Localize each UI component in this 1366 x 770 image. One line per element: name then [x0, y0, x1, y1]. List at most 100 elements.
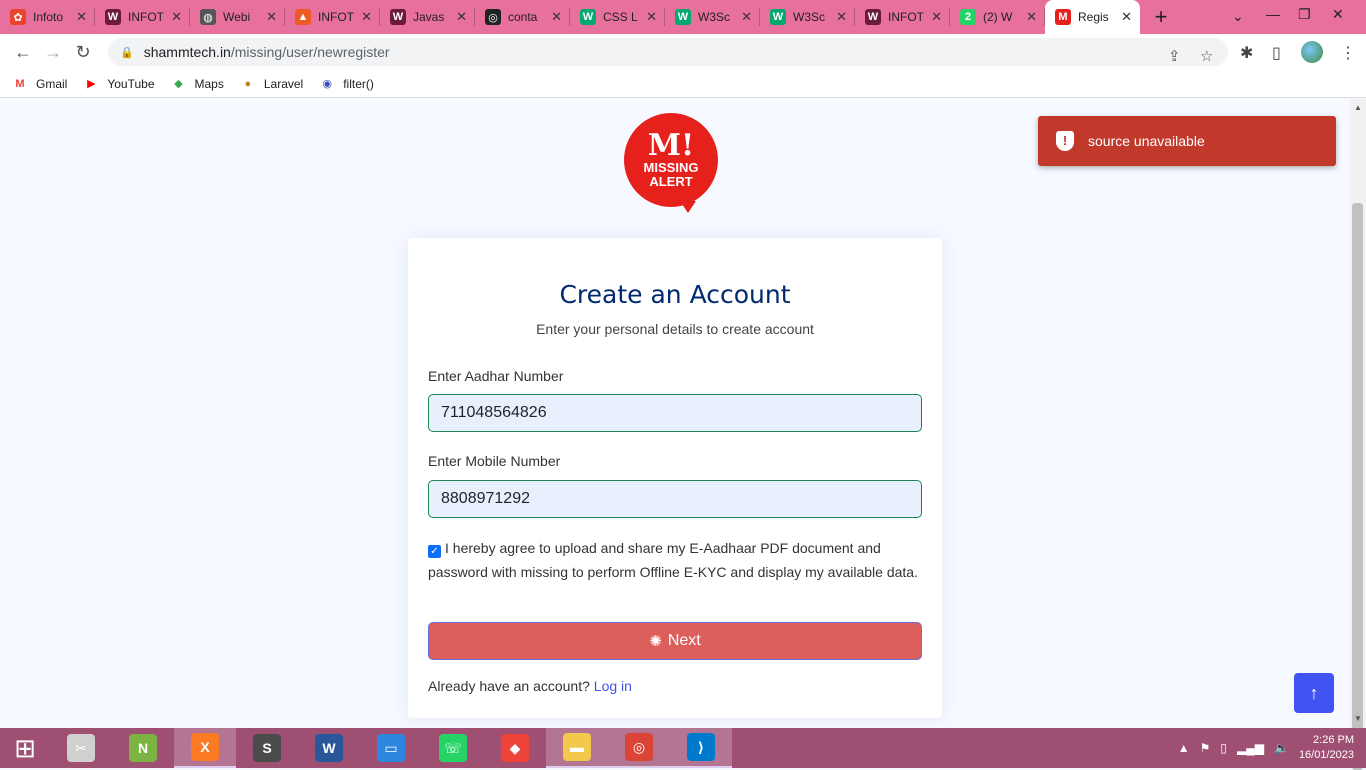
agree-checkbox[interactable]: ✓	[428, 545, 441, 558]
tab-close-icon[interactable]: ✕	[1121, 9, 1132, 25]
back-to-top-button[interactable]: ↑	[1294, 673, 1334, 713]
volume-icon[interactable]: 🔈	[1274, 741, 1289, 755]
page-scrollbar[interactable]: ▲ ▼	[1350, 99, 1366, 770]
browser-tab[interactable]: ✿ Infoto ✕	[0, 0, 95, 34]
tray-flag-icon[interactable]: ⚑	[1200, 741, 1211, 755]
network-icon[interactable]: ▂▄▆	[1237, 741, 1264, 755]
bookmark-label: Laravel	[263, 76, 304, 91]
system-tray: ▲ ⚑ ▯ ▂▄▆ 🔈 2:26 PM 16/01/2023	[1178, 728, 1366, 768]
bookmark-item[interactable]: ● Laravel	[240, 76, 304, 92]
anydesk-icon: ◆	[501, 734, 529, 762]
bookmark-star-icon[interactable]: ☆	[1200, 47, 1213, 65]
tab-favicon-icon: W	[675, 9, 691, 25]
tab-close-icon[interactable]: ✕	[836, 9, 847, 25]
logo-line2: ALERT	[649, 174, 693, 189]
browser-tab[interactable]: W CSS L ✕	[570, 0, 665, 34]
error-toast: ! source unavailable	[1038, 116, 1336, 166]
notepad-plus-plus-icon: N	[129, 734, 157, 762]
tab-favicon-icon: ▲	[295, 9, 311, 25]
browser-tab[interactable]: ◎ conta ✕	[475, 0, 570, 34]
tab-close-icon[interactable]: ✕	[931, 9, 942, 25]
taskbar-vscode[interactable]: ⟩	[670, 728, 732, 768]
tab-close-icon[interactable]: ✕	[646, 9, 657, 25]
profile-avatar[interactable]	[1301, 41, 1323, 63]
browser-tab[interactable]: ◍ Webi ✕	[190, 0, 285, 34]
whatsapp-icon: ☏	[439, 734, 467, 762]
bookmark-item[interactable]: ◆ Maps	[171, 76, 224, 92]
next-button[interactable]: ✺ Next	[428, 622, 922, 660]
browser-tab[interactable]: M Regis ✕	[1045, 0, 1140, 34]
tab-title: Webi	[223, 10, 251, 24]
register-card: Create an Account Enter your personal de…	[408, 238, 942, 718]
tab-title: Javas	[413, 10, 445, 24]
taskbar-file-explorer[interactable]: ▬	[546, 728, 608, 768]
tab-favicon-icon: W	[105, 9, 121, 25]
tab-search-icon[interactable]: ⌄	[1232, 8, 1244, 25]
taskbar-start[interactable]: ⊞	[0, 728, 50, 768]
login-link[interactable]: Log in	[594, 678, 632, 694]
page-title: Create an Account	[559, 280, 791, 309]
tab-close-icon[interactable]: ✕	[361, 9, 372, 25]
maximize-icon[interactable]: ❐	[1298, 6, 1311, 23]
bookmark-item[interactable]: ▶ YouTube	[83, 76, 154, 92]
forward-icon[interactable]: →	[38, 37, 68, 67]
loading-spinner-icon: ✺	[649, 633, 662, 650]
tab-title: INFOT	[888, 10, 924, 24]
scroll-up-icon[interactable]: ▲	[1354, 103, 1362, 112]
taskbar-chrome[interactable]: ◎	[608, 728, 670, 768]
tab-favicon-icon: W	[580, 9, 596, 25]
mobile-input[interactable]	[428, 480, 922, 518]
start-icon: ⊞	[14, 732, 36, 763]
tray-chevron-icon[interactable]: ▲	[1178, 741, 1190, 755]
scrollbar-thumb[interactable]	[1352, 203, 1363, 770]
taskbar-snipping-tool[interactable]: ✂	[50, 728, 112, 768]
taskbar-notepad-plus-plus[interactable]: N	[112, 728, 174, 768]
browser-tab[interactable]: W INFOT ✕	[855, 0, 950, 34]
tab-title: INFOT	[128, 10, 164, 24]
taskbar-remote-desktop[interactable]: ▭	[360, 728, 422, 768]
tab-close-icon[interactable]: ✕	[456, 9, 467, 25]
browser-tab[interactable]: ▲ INFOT ✕	[285, 0, 380, 34]
logo-tail	[680, 201, 696, 213]
minimize-icon[interactable]: —	[1266, 6, 1280, 22]
browser-tab[interactable]: 2 (2) W ✕	[950, 0, 1045, 34]
address-bar[interactable]: 🔒 shammtech.in/missing/user/newregister …	[108, 38, 1228, 66]
tab-favicon-icon: ✿	[10, 9, 26, 25]
taskbar-xampp[interactable]: X	[174, 728, 236, 768]
reload-icon[interactable]: ↻	[68, 37, 98, 67]
side-panel-icon[interactable]: ▯	[1272, 43, 1281, 63]
tab-close-icon[interactable]: ✕	[1026, 9, 1037, 25]
tab-title: W3Sc	[793, 10, 826, 24]
browser-tab[interactable]: W W3Sc ✕	[760, 0, 855, 34]
bookmark-item[interactable]: ◉ filter()	[319, 76, 374, 92]
bookmark-label: Maps	[194, 76, 224, 91]
taskbar-whatsapp[interactable]: ☏	[422, 728, 484, 768]
tray-device-icon[interactable]: ▯	[1220, 741, 1227, 755]
sublime-text-icon: S	[253, 734, 281, 762]
toast-message: source unavailable	[1088, 133, 1205, 149]
taskbar-word[interactable]: W	[298, 728, 360, 768]
close-window-icon[interactable]: ✕	[1332, 6, 1344, 23]
browser-tab[interactable]: W W3Sc ✕	[665, 0, 760, 34]
tab-close-icon[interactable]: ✕	[551, 9, 562, 25]
back-icon[interactable]: ←	[8, 37, 38, 67]
browser-tab[interactable]: W INFOT ✕	[95, 0, 190, 34]
tab-close-icon[interactable]: ✕	[76, 9, 87, 25]
scroll-down-icon[interactable]: ▼	[1354, 714, 1362, 723]
browser-tab[interactable]: W Javas ✕	[380, 0, 475, 34]
bookmark-item[interactable]: M Gmail	[12, 76, 67, 92]
taskbar-sublime-text[interactable]: S	[236, 728, 298, 768]
share-icon[interactable]: ⇪	[1168, 47, 1181, 65]
clock[interactable]: 2:26 PM 16/01/2023	[1299, 733, 1354, 763]
page-subtitle: Enter your personal details to create ac…	[536, 321, 814, 337]
tab-close-icon[interactable]: ✕	[171, 9, 182, 25]
menu-kebab-icon[interactable]: ⋮	[1340, 43, 1356, 63]
taskbar-anydesk[interactable]: ◆	[484, 728, 546, 768]
address-path: /missing/user/newregister	[230, 44, 390, 60]
tab-close-icon[interactable]: ✕	[266, 9, 277, 25]
tab-close-icon[interactable]: ✕	[741, 9, 752, 25]
extensions-icon[interactable]: ✱	[1240, 43, 1253, 63]
bookmark-label: filter()	[343, 76, 374, 91]
aadhar-input[interactable]	[428, 394, 922, 432]
new-tab-button[interactable]: +	[1146, 0, 1176, 34]
